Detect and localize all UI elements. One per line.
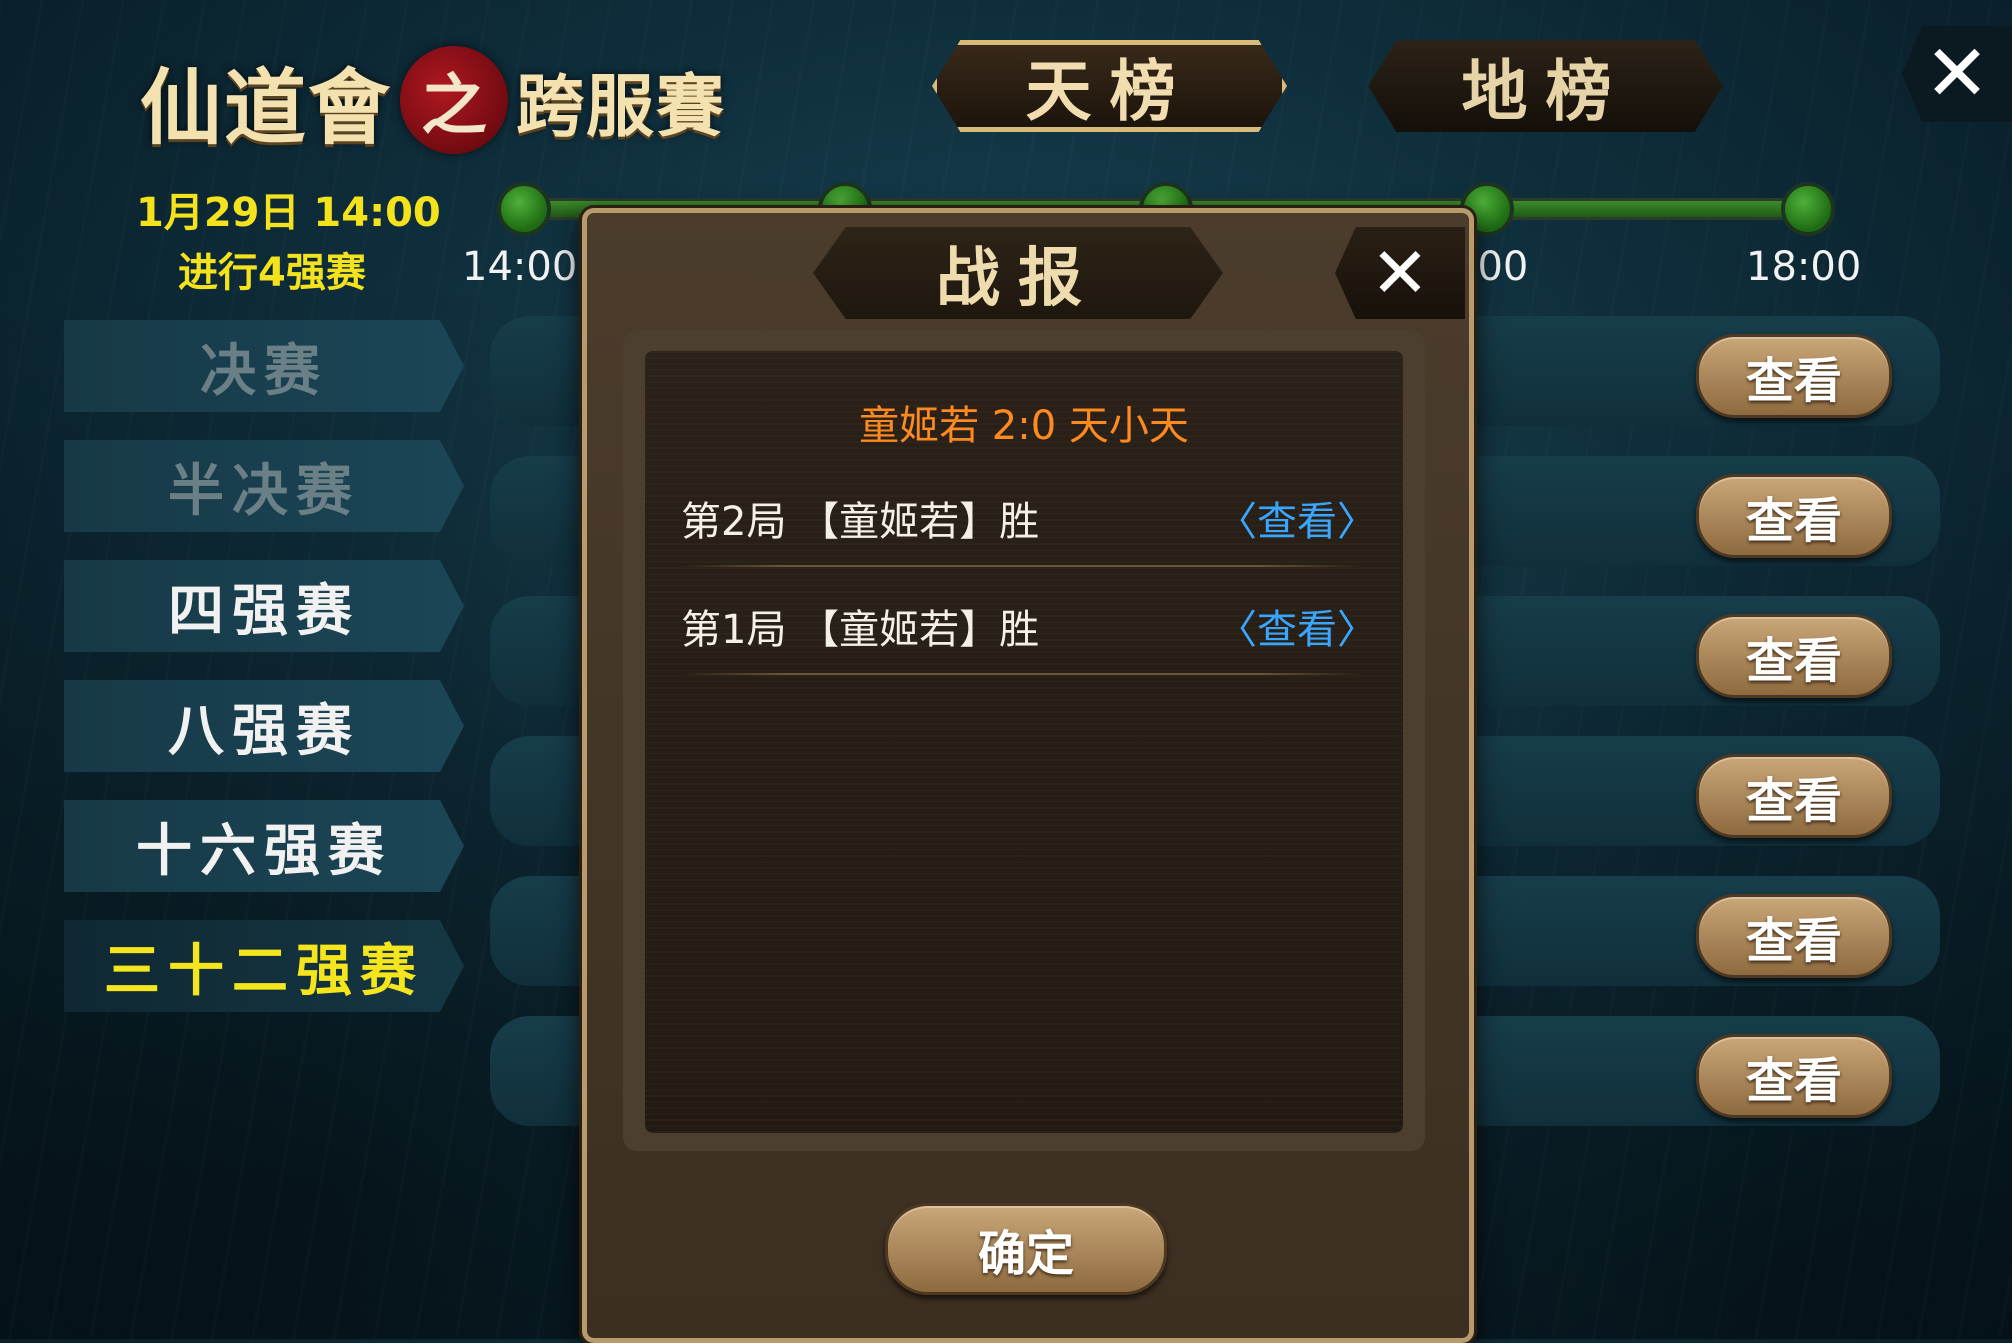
close-icon: ✕ [1370,232,1430,314]
logo-seal: 之 [400,46,509,154]
view-button[interactable]: 查看 [1696,1034,1892,1118]
dialog-close-button[interactable]: ✕ [1335,227,1465,319]
round-row: 第2局 【童姬若】胜 〈查看〉 [681,467,1381,567]
match-score: 童姬若 2:0 天小天 [859,403,1189,449]
view-button[interactable]: 查看 [1696,754,1892,838]
round-row: 第1局 【童姬若】胜 〈查看〉 [681,575,1381,675]
round-result: 第2局 【童姬若】胜 [681,499,1040,545]
match-datetime: 1月29日 14:00 [136,190,441,236]
stage-top8[interactable]: 八强赛 [64,680,464,772]
view-button[interactable]: 查看 [1696,334,1892,418]
timeline-node [497,182,551,236]
tab-earth-ranking[interactable]: 地榜 [1368,40,1723,132]
stage-final[interactable]: 决赛 [64,320,464,412]
close-icon: ✕ [1924,29,1990,119]
stage-top4[interactable]: 四强赛 [64,560,464,652]
close-window-button[interactable]: ✕ [1902,26,2012,122]
timeline-node [1781,182,1835,236]
game-logo: 仙道會 之 跨服賽 [140,40,726,160]
round-view-link[interactable]: 〈查看〉 [1217,489,1377,547]
stage-semifinal[interactable]: 半决赛 [64,440,464,532]
timeline-end-label: 18:00 [1746,244,1862,290]
logo-text-sub: 跨服賽 [516,66,727,147]
divider [681,565,1361,567]
logo-text-main: 仙道會 [140,59,393,156]
timeline-start-label: 14:00 [462,244,578,290]
dialog-title: 战报 [813,227,1223,319]
stage-top16[interactable]: 十六强赛 [64,800,464,892]
view-button[interactable]: 查看 [1696,894,1892,978]
dialog-panel: 童姬若 2:0 天小天 第2局 【童姬若】胜 〈查看〉 第1局 【童姬若】胜 〈… [623,331,1425,1151]
stage-top32[interactable]: 三十二强赛 [64,920,464,1012]
round-result: 第1局 【童姬若】胜 [681,607,1040,653]
match-status: 进行4强赛 [178,250,366,296]
tab-heaven-ranking[interactable]: 天榜 [932,40,1287,132]
divider [681,673,1361,675]
view-button[interactable]: 查看 [1696,614,1892,698]
confirm-button[interactable]: 确定 [885,1203,1167,1295]
view-button[interactable]: 查看 [1696,474,1892,558]
battle-report-dialog: 战报 ✕ 童姬若 2:0 天小天 第2局 【童姬若】胜 〈查看〉 第1局 【童姬… [582,208,1474,1343]
round-view-link[interactable]: 〈查看〉 [1217,597,1377,655]
dialog-content: 童姬若 2:0 天小天 第2局 【童姬若】胜 〈查看〉 第1局 【童姬若】胜 〈… [645,351,1403,1133]
